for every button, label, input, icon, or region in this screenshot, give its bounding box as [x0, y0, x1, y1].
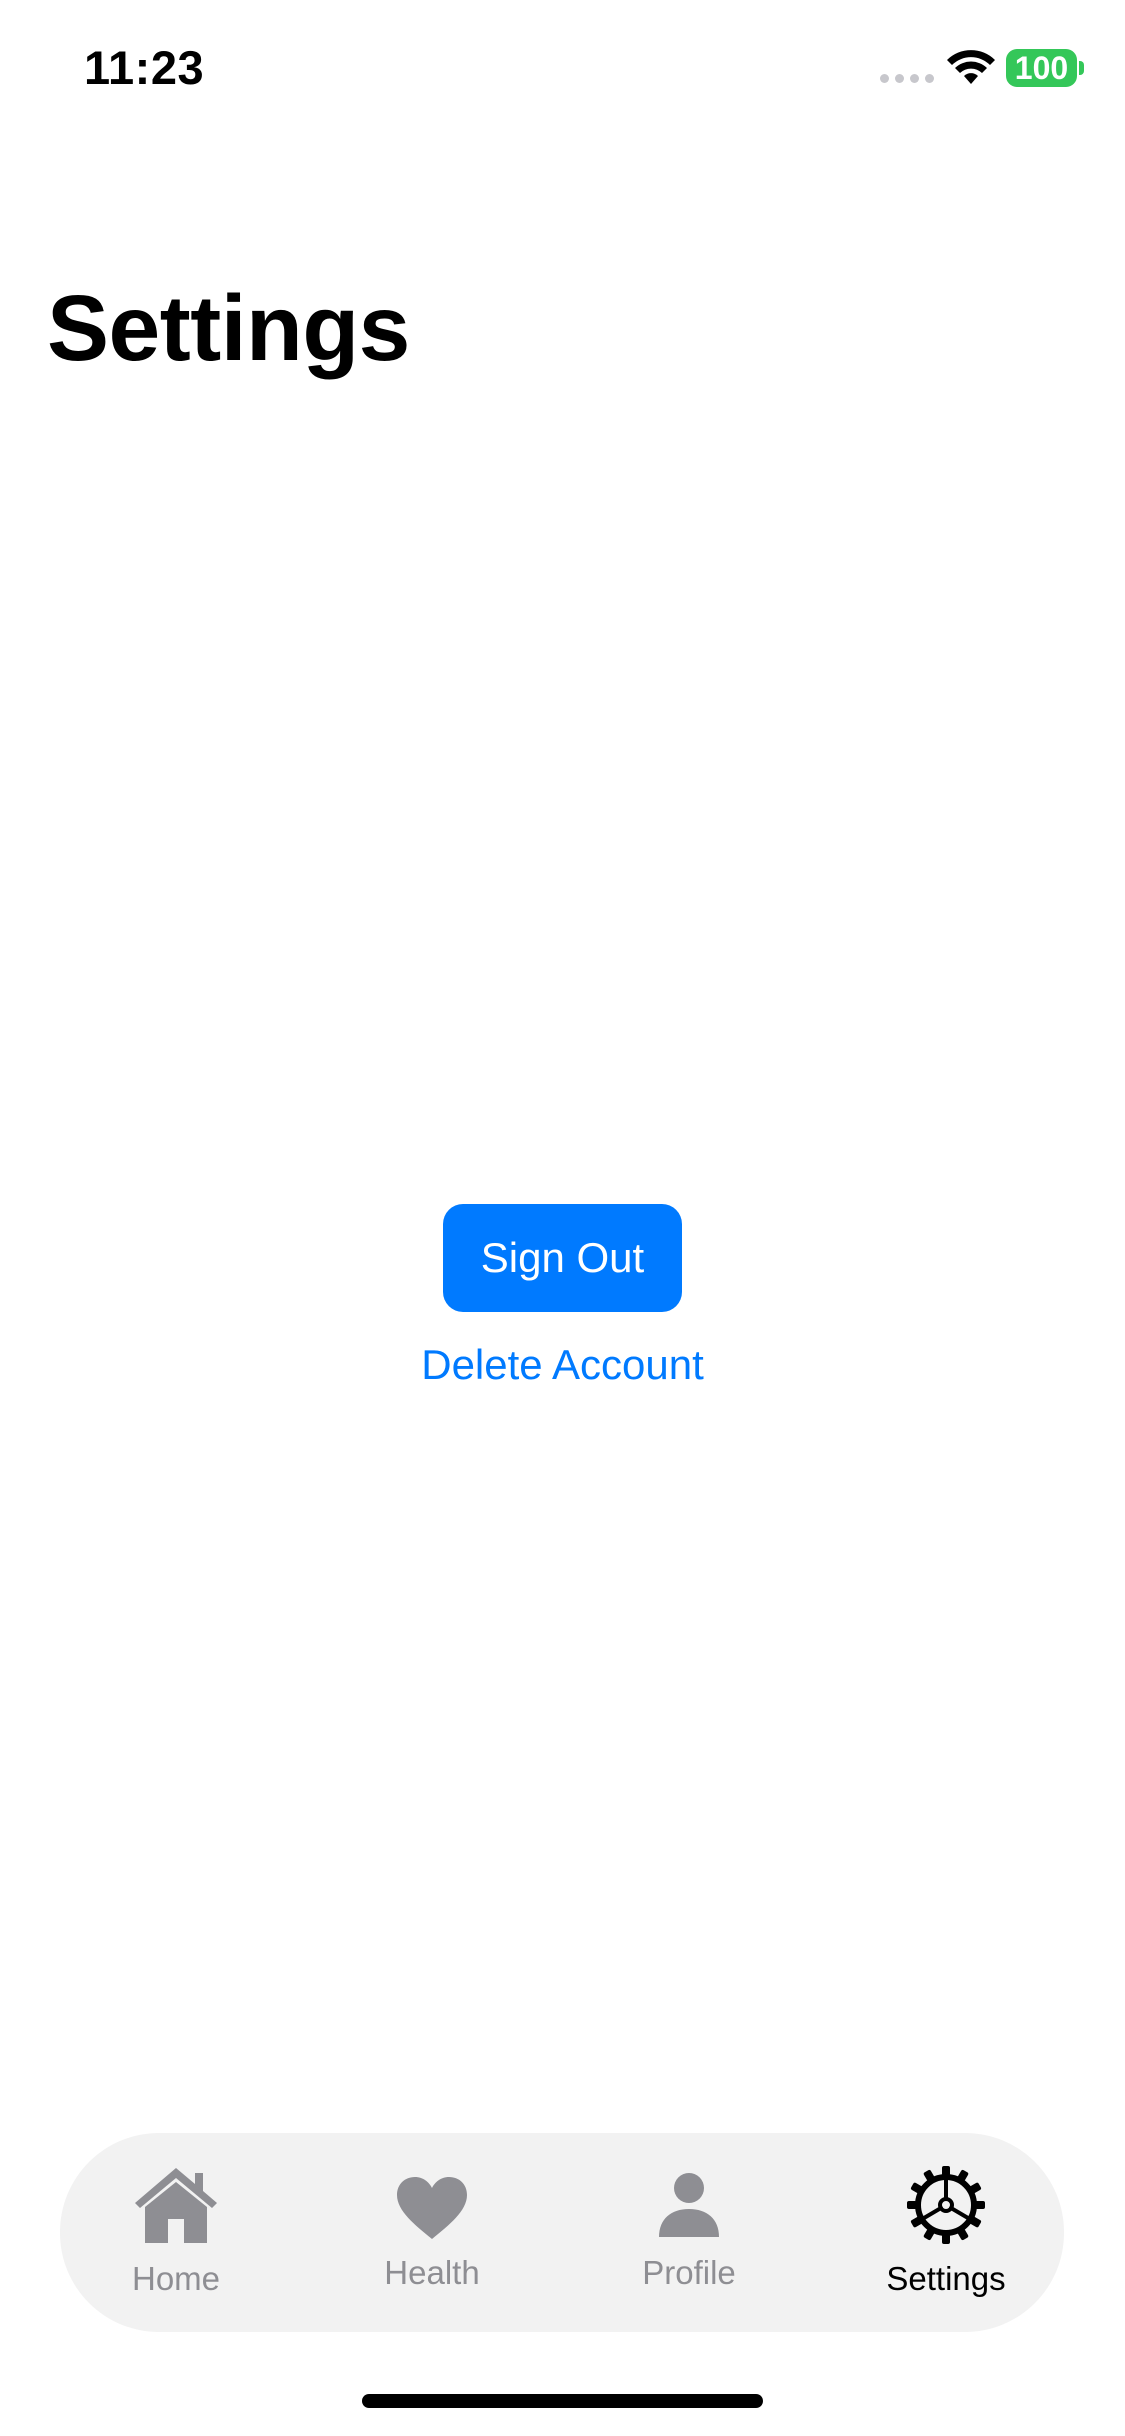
tab-health-label: Health [384, 2254, 480, 2291]
tab-profile[interactable]: Profile [589, 2133, 789, 2332]
house-icon [135, 2168, 217, 2243]
heart-icon [397, 2177, 467, 2239]
tab-settings-label: Settings [886, 2260, 1006, 2297]
signal-dots-icon [880, 74, 934, 83]
sign-out-button[interactable]: Sign Out [443, 1204, 682, 1312]
page-title: Settings [47, 276, 410, 380]
battery-tip [1079, 61, 1084, 75]
tab-health[interactable]: Health [332, 2133, 532, 2332]
person-icon [659, 2173, 719, 2237]
home-indicator[interactable] [362, 2394, 763, 2408]
tab-settings[interactable]: Settings [846, 2133, 1046, 2332]
status-time: 11:23 [84, 41, 205, 94]
status-bar: 11:23 100 [0, 0, 1125, 132]
tab-home[interactable]: Home [76, 2133, 276, 2332]
tab-home-label: Home [131, 2260, 221, 2297]
gear-icon [907, 2166, 985, 2244]
battery-icon: 100 [1006, 49, 1077, 87]
wifi-icon [947, 50, 995, 84]
delete-account-link[interactable]: Delete Account [0, 1341, 1125, 1389]
tab-bar: Home Health Profile Settings [60, 2133, 1064, 2332]
tab-profile-label: Profile [642, 2254, 736, 2291]
